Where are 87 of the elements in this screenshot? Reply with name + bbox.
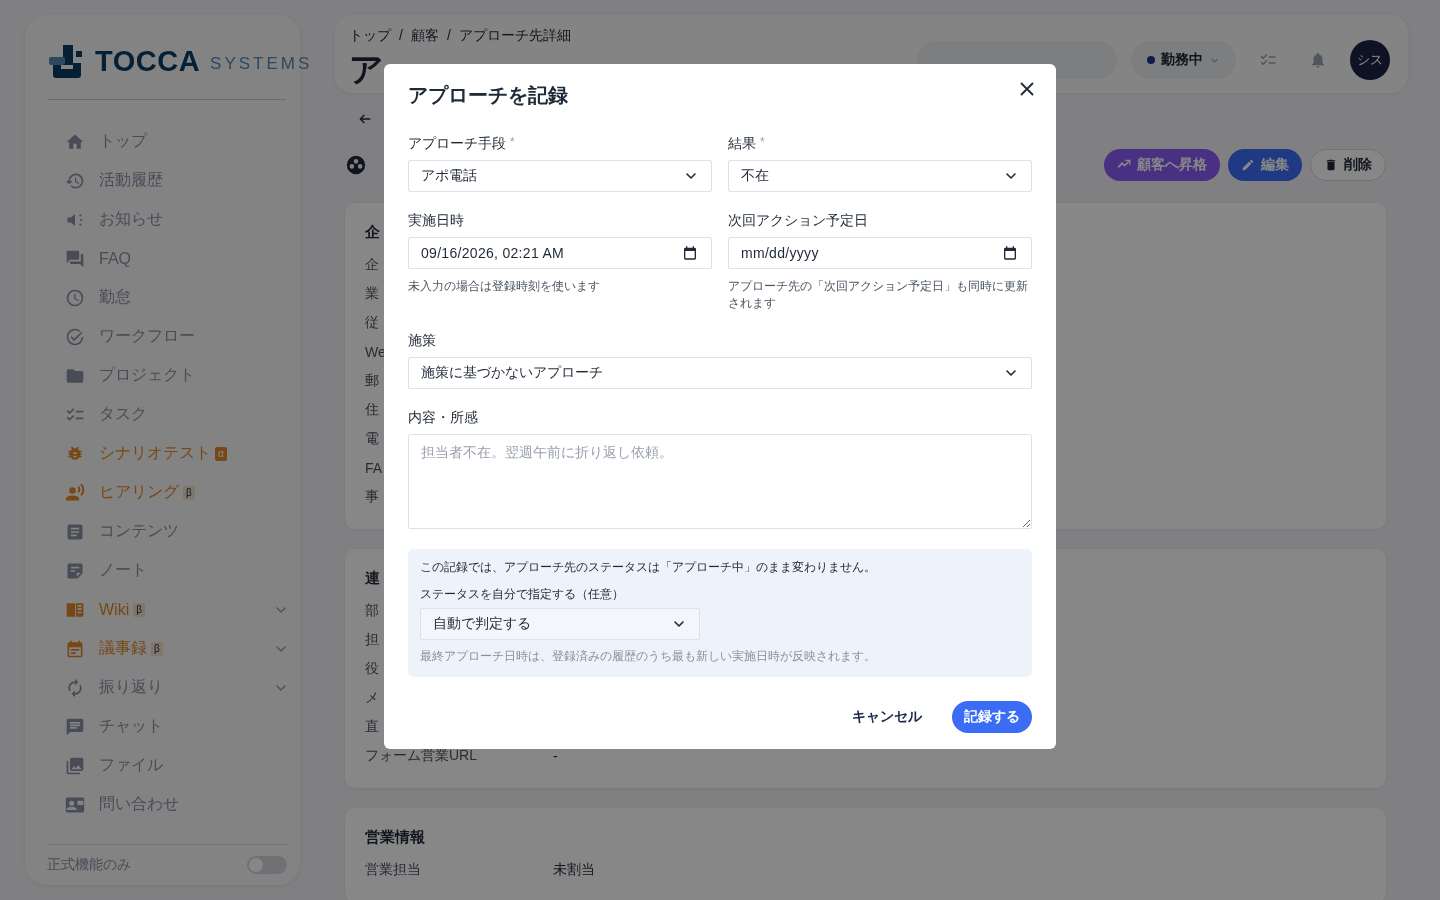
calendar-icon xyxy=(1002,245,1018,261)
nav-item[interactable]: Wiki β xyxy=(65,590,289,629)
card-title: 営業情報 xyxy=(365,828,425,847)
field-label: アプローチ手段 xyxy=(408,135,506,153)
field-label: 施策 xyxy=(408,332,436,350)
nav-item[interactable]: トップ xyxy=(65,122,289,161)
message-icon xyxy=(65,716,85,737)
field-label: 企 xyxy=(365,255,379,274)
help-text: アプローチ先の「次回アクション予定日」も同時に更新されます xyxy=(728,278,1029,312)
field-label: 事 xyxy=(365,487,379,506)
nav-item[interactable]: 問い合わせ xyxy=(65,785,289,824)
nav-item[interactable]: 議事録 β xyxy=(65,629,289,668)
field-value: - xyxy=(553,747,558,764)
date-field[interactable]: mm/dd/yyyy xyxy=(728,237,1032,269)
nav-item[interactable]: ファイル xyxy=(65,746,289,785)
dialog-title: アプローチを記録 xyxy=(408,83,568,108)
field-label: 部 xyxy=(365,601,379,620)
select-field[interactable]: 不在 xyxy=(728,160,1032,192)
status-button[interactable]: 勤務中 xyxy=(1131,41,1236,79)
select-field[interactable]: 施策に基づかないアプローチ xyxy=(408,357,1032,389)
field-label: 従 xyxy=(365,313,379,332)
breadcrumb-link[interactable]: アプローチ先詳細 xyxy=(458,27,571,45)
field-label: 住 xyxy=(365,400,379,419)
edit-button[interactable]: 編集 xyxy=(1228,149,1302,181)
field-label: 担 xyxy=(365,630,379,649)
field-label: FA xyxy=(365,459,383,476)
field-label: 電 xyxy=(365,429,379,448)
nav-item[interactable]: タスク xyxy=(65,395,289,434)
nav-item[interactable]: シナリオテスト α xyxy=(65,434,289,473)
field-label: 次回アクション予定日 xyxy=(728,212,868,230)
field-label: メ xyxy=(365,688,379,707)
badge: β xyxy=(151,641,163,656)
nav-item[interactable]: 振り返り xyxy=(65,668,289,707)
field-label: 実施日時 xyxy=(408,212,464,230)
submit-button[interactable]: 記録する xyxy=(952,701,1032,733)
field-label: フォーム営業URL xyxy=(365,746,477,765)
nav-item[interactable]: ヒアリング β xyxy=(65,473,289,512)
pencil-icon xyxy=(1241,158,1255,172)
info-text: この記録では、アプローチ先のステータスは「アプローチ中」のまま変わりません。 xyxy=(420,559,877,576)
badge: β xyxy=(183,485,195,500)
logo-subtext: SYSTEMS xyxy=(210,54,313,74)
field-label: 結果 xyxy=(728,135,756,153)
person-voice-icon xyxy=(65,482,85,503)
nav-item[interactable]: 活動履歴 xyxy=(65,161,289,200)
text-area[interactable]: 担当者不在。翌週午前に折り返し依頼。 xyxy=(408,434,1032,529)
trash-icon xyxy=(1324,158,1338,172)
nav-item[interactable]: チャット xyxy=(65,707,289,746)
field-label: 役 xyxy=(365,659,379,678)
field-label: 業 xyxy=(365,284,379,303)
badge: α xyxy=(215,446,227,461)
calendar-icon xyxy=(682,245,698,261)
delete-button[interactable]: 削除 xyxy=(1310,149,1386,181)
nav-item[interactable]: FAQ xyxy=(65,239,289,278)
group-icon xyxy=(345,154,367,176)
images-icon xyxy=(65,755,85,776)
nav-item[interactable]: 勤怠 xyxy=(65,278,289,317)
logo-text: TOCCA xyxy=(95,44,201,78)
field-label: 営業担当 xyxy=(365,860,421,879)
cancel-button[interactable]: キャンセル xyxy=(846,707,928,727)
field-value: 未割当 xyxy=(553,860,595,879)
promote-button[interactable]: 顧客へ昇格 xyxy=(1104,149,1220,181)
select-field[interactable]: 自動で判定する xyxy=(420,608,700,640)
field-label: 内容・所感 xyxy=(408,409,478,427)
status-dot xyxy=(1147,56,1155,64)
chat-bubbles-icon xyxy=(65,248,85,269)
card-title: 企 xyxy=(365,223,380,242)
breadcrumb-separator: / xyxy=(399,27,403,45)
required-mark: * xyxy=(510,135,515,151)
date-field[interactable]: 09/16/2026, 02:21 AM xyxy=(408,237,712,269)
field-label: ステータスを自分で指定する（任意） xyxy=(420,586,625,603)
breadcrumb-link[interactable]: 顧客 xyxy=(410,27,439,45)
calendar-icon xyxy=(65,638,85,659)
card-title: 連 xyxy=(365,569,380,588)
badge: β xyxy=(133,602,145,617)
refresh-icon xyxy=(65,677,85,698)
help-text: 最終アプローチ日時は、登録済みの履歴のうち最も新しい実施日時が反映されます。 xyxy=(420,648,877,665)
logo-icon xyxy=(49,43,85,79)
clock-icon xyxy=(65,287,85,308)
page-title: ア xyxy=(349,49,384,90)
avatar[interactable]: シス xyxy=(1350,40,1390,80)
help-text: 未入力の場合は登録時刻を使います xyxy=(408,278,601,295)
required-mark: * xyxy=(760,135,765,151)
field-label: 郵 xyxy=(365,371,379,390)
field-label: 直 xyxy=(365,717,379,736)
select-field[interactable]: アポ電話 xyxy=(408,160,712,192)
breadcrumb-link[interactable]: トップ xyxy=(349,27,391,45)
breadcrumb-separator: / xyxy=(446,27,451,45)
